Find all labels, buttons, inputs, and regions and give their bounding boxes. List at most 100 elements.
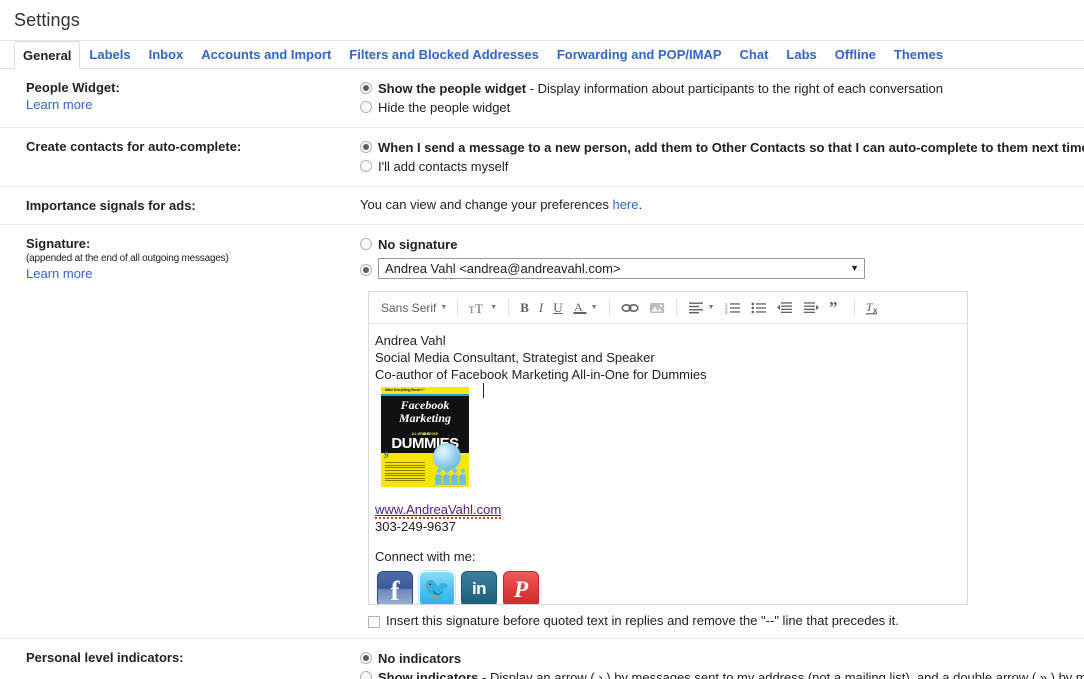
- book-cover-title-line2: Marketing: [398, 411, 451, 425]
- align-left-icon: [688, 302, 703, 314]
- twitter-icon[interactable]: 🐦: [419, 571, 455, 604]
- personal-level-indicators-label: Personal level indicators:: [26, 650, 184, 665]
- tab-accounts-and-import[interactable]: Accounts and Import: [192, 41, 340, 68]
- tab-labs[interactable]: Labs: [777, 41, 825, 68]
- personal-level-none-text: No indicators: [378, 651, 462, 666]
- checkbox-insert-before-quoted[interactable]: [368, 616, 380, 628]
- facebook-glyph: f: [390, 576, 400, 604]
- svg-text:A: A: [574, 300, 583, 314]
- signature-editor-body[interactable]: Andrea Vahl Social Media Consultant, Str…: [369, 324, 967, 604]
- importance-signals-label: Importance signals for ads:: [26, 198, 196, 213]
- radio-hide-people-widget[interactable]: [360, 101, 372, 113]
- tab-themes[interactable]: Themes: [885, 41, 952, 68]
- pinterest-icon[interactable]: P: [503, 571, 539, 604]
- personal-level-show-desc: - Display an arrow ( › ) by messages sen…: [478, 670, 1084, 679]
- signature-learn-more-link[interactable]: Learn more: [26, 265, 92, 282]
- text-color-button[interactable]: A ▼: [568, 296, 603, 320]
- auto-complete-option-auto[interactable]: When I send a message to a new person, a…: [360, 138, 1084, 157]
- twitter-glyph: 🐦: [423, 576, 451, 601]
- tab-forwarding-and-pop-imap[interactable]: Forwarding and POP/IMAP: [548, 41, 731, 68]
- signature-option-none[interactable]: No signature: [360, 235, 1084, 254]
- book-cover-accent-line: [381, 394, 469, 396]
- align-button[interactable]: ▼: [683, 296, 720, 320]
- personal-level-option-none[interactable]: No indicators: [360, 649, 1084, 668]
- row-personal-level-indicators: Personal level indicators: No indicators…: [0, 639, 1084, 679]
- toolbar-divider: [457, 299, 459, 316]
- people-widget-learn-more-link[interactable]: Learn more: [26, 96, 92, 113]
- remove-formatting-icon: T x: [865, 300, 878, 315]
- signature-insert-before-quoted-label: Insert this signature before quoted text…: [386, 613, 899, 628]
- auto-complete-label-cell: Create contacts for auto-complete:: [0, 138, 360, 176]
- people-widget-options: Show the people widget - Display informa…: [360, 79, 1084, 117]
- radio-no-indicators[interactable]: [360, 652, 372, 664]
- remove-formatting-button[interactable]: T x: [861, 296, 887, 320]
- linkedin-glyph: in: [471, 579, 487, 598]
- auto-complete-auto-text: When I send a message to a new person, a…: [378, 140, 1084, 155]
- signature-phone: 303-249-9637: [375, 519, 456, 534]
- bulleted-list-button[interactable]: [746, 296, 772, 320]
- facebook-icon[interactable]: f: [377, 571, 413, 604]
- page-title: Settings: [14, 9, 80, 30]
- linkedin-icon[interactable]: in: [461, 571, 497, 604]
- settings-tabbar: General Labels Inbox Accounts and Import…: [0, 41, 1084, 69]
- chevron-down-icon: ▼: [590, 304, 598, 311]
- bold-button[interactable]: B: [515, 296, 534, 320]
- importance-signals-here-link[interactable]: here: [612, 197, 638, 212]
- book-cover-inner: Make Everything Easier!™ Facebook Market…: [381, 387, 469, 487]
- radio-show-people-widget[interactable]: [360, 82, 372, 94]
- tab-labels[interactable]: Labels: [80, 41, 139, 68]
- personal-level-show-text: Show indicators - Display an arrow ( › )…: [378, 668, 1084, 679]
- radio-manual-add-contacts[interactable]: [360, 160, 372, 172]
- signature-insert-before-quoted-row[interactable]: Insert this signature before quoted text…: [368, 613, 1084, 628]
- signature-website-link[interactable]: www.AndreaVahl.com: [375, 502, 502, 519]
- font-family-selector[interactable]: Sans Serif ▼: [375, 296, 451, 320]
- underline-button[interactable]: U: [548, 296, 567, 320]
- radio-no-signature[interactable]: [360, 238, 372, 250]
- insert-image-button[interactable]: [644, 296, 670, 320]
- signature-editor: Sans Serif ▼ T T ▼ B I U A ▼ ▼ 1 2 3 ” T…: [368, 291, 968, 605]
- book-cover-banner: Make Everything Easier!™: [381, 387, 469, 394]
- text-color-icon: A: [573, 300, 587, 314]
- tab-filters-and-blocked-addresses[interactable]: Filters and Blocked Addresses: [340, 41, 548, 68]
- signature-sub-label: (appended at the end of all outgoing mes…: [26, 253, 229, 264]
- personal-level-indicators-label-cell: Personal level indicators:: [0, 649, 360, 679]
- tab-general[interactable]: General: [14, 41, 81, 69]
- people-widget-option-hide[interactable]: Hide the people widget: [360, 98, 1084, 117]
- decrease-indent-button[interactable]: [772, 296, 798, 320]
- book-cover-bullet-lines: [385, 462, 425, 483]
- text-size-icon: T T: [469, 301, 483, 315]
- indent-increase-icon: [803, 302, 819, 313]
- tab-inbox[interactable]: Inbox: [140, 41, 193, 68]
- settings-page: Settings General Labels Inbox Accounts a…: [0, 0, 1084, 679]
- auto-complete-option-manual[interactable]: I'll add contacts myself: [360, 157, 1084, 176]
- signature-editor-toolbar: Sans Serif ▼ T T ▼ B I U A ▼ ▼ 1 2 3 ” T…: [369, 292, 967, 324]
- radio-show-indicators[interactable]: [360, 671, 372, 679]
- people-widget-option-show[interactable]: Show the people widget - Display informa…: [360, 79, 1084, 98]
- quote-button[interactable]: ”: [824, 296, 848, 320]
- radio-auto-add-contacts[interactable]: [360, 141, 372, 153]
- importance-signals-text-before: You can view and change your preferences: [360, 197, 613, 212]
- font-size-button[interactable]: T T ▼: [464, 296, 502, 320]
- signature-account-select[interactable]: Andrea Vahl <andrea@andreavahl.com> ▼: [378, 258, 865, 279]
- link-icon: [620, 303, 639, 312]
- tab-chat[interactable]: Chat: [731, 41, 778, 68]
- importance-signals-text-after: .: [638, 197, 643, 212]
- chevron-down-icon: ▼: [707, 304, 715, 311]
- book-cover-globe-graphic: [433, 443, 461, 471]
- insert-link-button[interactable]: [616, 296, 644, 320]
- auto-complete-options: When I send a message to a new person, a…: [360, 138, 1084, 176]
- tab-offline[interactable]: Offline: [826, 41, 885, 68]
- personal-level-option-show[interactable]: Show indicators - Display an arrow ( › )…: [360, 668, 1084, 679]
- row-people-widget: People Widget: Learn more Show the peopl…: [0, 69, 1084, 128]
- auto-complete-label: Create contacts for auto-complete:: [26, 139, 242, 154]
- numbered-list-icon: 1 2 3: [725, 302, 740, 314]
- signature-none-text: No signature: [378, 237, 458, 252]
- personal-level-show-strong: Show indicators: [378, 670, 479, 679]
- importance-signals-label-cell: Importance signals for ads:: [0, 197, 360, 214]
- italic-button[interactable]: I: [534, 296, 548, 320]
- people-widget-label-cell: People Widget: Learn more: [0, 79, 360, 117]
- increase-indent-button[interactable]: [798, 296, 824, 320]
- numbered-list-button[interactable]: 1 2 3: [720, 296, 746, 320]
- row-auto-complete: Create contacts for auto-complete: When …: [0, 128, 1084, 187]
- radio-use-signature[interactable]: [360, 264, 372, 276]
